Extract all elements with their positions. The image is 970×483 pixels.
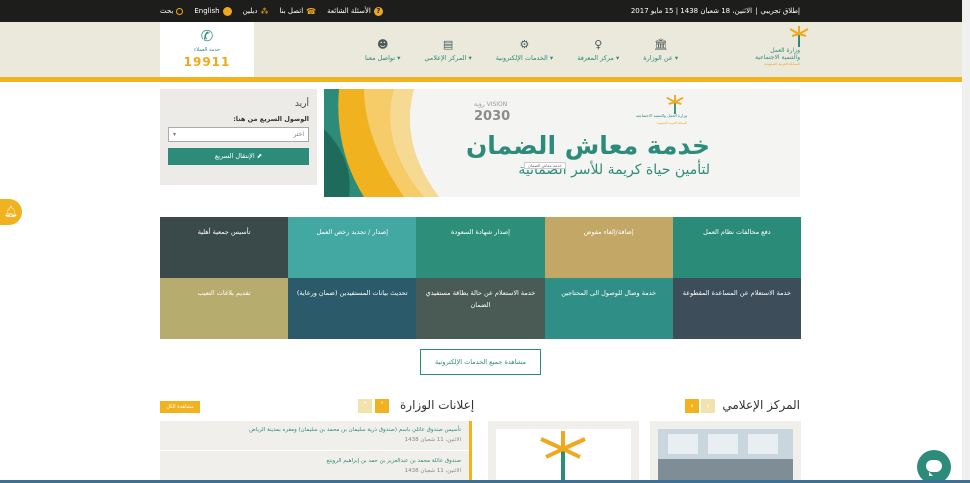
view-all-services-button[interactable]: مشاهدة جميع الخدمات الإلكترونية [420,349,541,375]
chat-bubble-icon [926,460,942,476]
quick-access-select[interactable]: اختر ▾ [168,127,309,142]
service-tile[interactable]: خدمة الاستعلام عن المساعدة المقطوعة [672,278,801,339]
newspaper-icon: ▤ [442,37,454,51]
nav-eservices[interactable]: ⚙ الخدمات الإلكترونية ▾ [496,38,553,62]
faq-link[interactable]: ? الأسئلة الشائعة [327,6,383,16]
divider [160,450,469,451]
service-tile[interactable]: إضافة/إلغاء مفوض [544,217,673,278]
date-info: إطلاق تجريبي | الاثنين، 18 شعبان 1438 | … [630,7,800,15]
eservices-grid: تأسيس جمعية أهلية إصدار / تجديد رخص العمل… [160,217,801,339]
gears-icon: ⚙ [519,37,530,51]
palm-logo-icon [496,429,631,483]
service-tile[interactable]: تأسيس جمعية أهلية [160,217,289,278]
accessibility-icon: ⁂ [260,6,269,16]
banner-headline: خدمة معاش الضمان [465,131,710,160]
customer-service-hotline[interactable]: ✆ خدمة العملاء 19911 [160,22,254,77]
external-link-icon: ⬈ [254,152,263,160]
main-nav: 🏛 عن الوزارة ▾ ♀ مركز المعرفة ▾ ⚙ الخدما… [365,22,678,77]
chevron-down-icon: ▾ [173,131,177,138]
list-item[interactable]: صندوق عائلة محمد بن عبدالعزيز بن حمد بن … [327,458,461,474]
service-tile[interactable]: إصدار شهادة السعودة [416,217,545,278]
main-header: ✆ خدمة العملاء 19911 🏛 عن الوزارة ▾ ♀ مر… [0,22,970,77]
accessibility-link[interactable]: ⁂ ديلين [243,7,269,16]
utility-links: بحث English ⁂ ديلين ☎ اتصل بنا ? الأسئلة… [160,0,383,22]
announcements-list: تأسيس صندوق عائلي باسم (صندوق ذرية سليما… [160,421,472,483]
hotline-number: 19911 [183,55,231,69]
notification-bell-icon[interactable]: 🔔︎ [0,199,22,225]
media-photo [658,429,793,483]
service-tile[interactable]: تحديث بيانات المستفيدين (ضمان ورعاية) [288,278,417,339]
chevron-down-icon[interactable]: ˅ [358,399,372,413]
announcements-title: إعلانات الوزارة [400,398,475,412]
search-link[interactable]: بحث [160,7,184,15]
list-item[interactable]: تأسيس صندوق عائلي باسم (صندوق ذرية سليما… [249,427,461,443]
question-icon: ? [373,6,383,16]
lightbulb-icon: ♀ [594,37,603,51]
service-tile[interactable]: تقديم بلاغات التعيب [160,278,289,339]
top-utility-bar: بحث English ⁂ ديلين ☎ اتصل بنا ? الأسئلة… [0,0,970,22]
quick-access-button[interactable]: ⬈ الإنتقال السريع [168,148,309,165]
phone-icon: ✆ [200,27,214,45]
palm-logo-icon [666,94,684,114]
chevron-up-icon[interactable]: ˄ [375,399,389,413]
service-tile[interactable]: خدمة وصال للوصول الى المحتاجين [544,278,673,339]
header-accent-line [0,77,970,82]
search-icon [176,7,184,15]
media-center-title: المركز الإعلامي [722,398,800,412]
hero-banner[interactable]: رؤية VISION 2030 وزارة العمل والتنمية ال… [324,89,800,197]
quick-access-panel: أريد الوصول السريع من هنا: اختر ▾ ⬈ الإن… [160,89,317,185]
building-icon: 🏛 [653,37,668,51]
vision-year: 2030 [474,109,511,124]
media-card[interactable] [650,421,801,483]
current-date: الاثنين، 18 شعبان 1438 | 15 مايو 2017 [630,7,753,15]
nav-media[interactable]: ▤ المركز الإعلامي ▾ [424,38,471,62]
palm-logo-icon [789,26,809,47]
nav-contact[interactable]: ☻ تواصل معنا ▾ [365,38,400,62]
chevron-left-icon[interactable]: ‹ [685,399,699,413]
language-link[interactable]: English [194,6,232,16]
ministry-logo[interactable]: وزارة العمل والتنمية الاجتماعية المملكة … [755,25,810,73]
chat-button[interactable] [917,450,951,483]
contact-link[interactable]: ☎ اتصل بنا [279,7,316,16]
chevron-right-icon[interactable]: › [701,399,715,413]
view-all-announcements[interactable]: مشاهدة الكل [160,401,200,413]
service-tile[interactable]: إصدار / تجديد رخص العمل [288,217,417,278]
page-scrollbar[interactable] [962,0,970,483]
media-card[interactable] [488,421,639,483]
people-icon: ☻ [376,37,389,51]
release-label: إطلاق تجريبي [760,7,800,15]
service-tile[interactable]: خدمة الاستعلام عن حالة بطاقة مستفيدي الض… [416,278,545,339]
phone-icon: ☎ [306,6,317,16]
vision-label: رؤية VISION [474,101,508,108]
quick-access-subtitle: الوصول السريع من هنا: [233,115,309,123]
quick-access-title: أريد [294,99,309,109]
service-tile[interactable]: دفع مخالفات نظام العمل [672,217,801,278]
banner-badge: خدمة معاش الضمان [524,162,566,169]
nav-about[interactable]: 🏛 عن الوزارة ▾ [643,38,678,62]
nav-knowledge[interactable]: ♀ مركز المعرفة ▾ [577,38,619,62]
banner-leaf-graphic [324,89,439,197]
globe-icon [222,6,232,16]
